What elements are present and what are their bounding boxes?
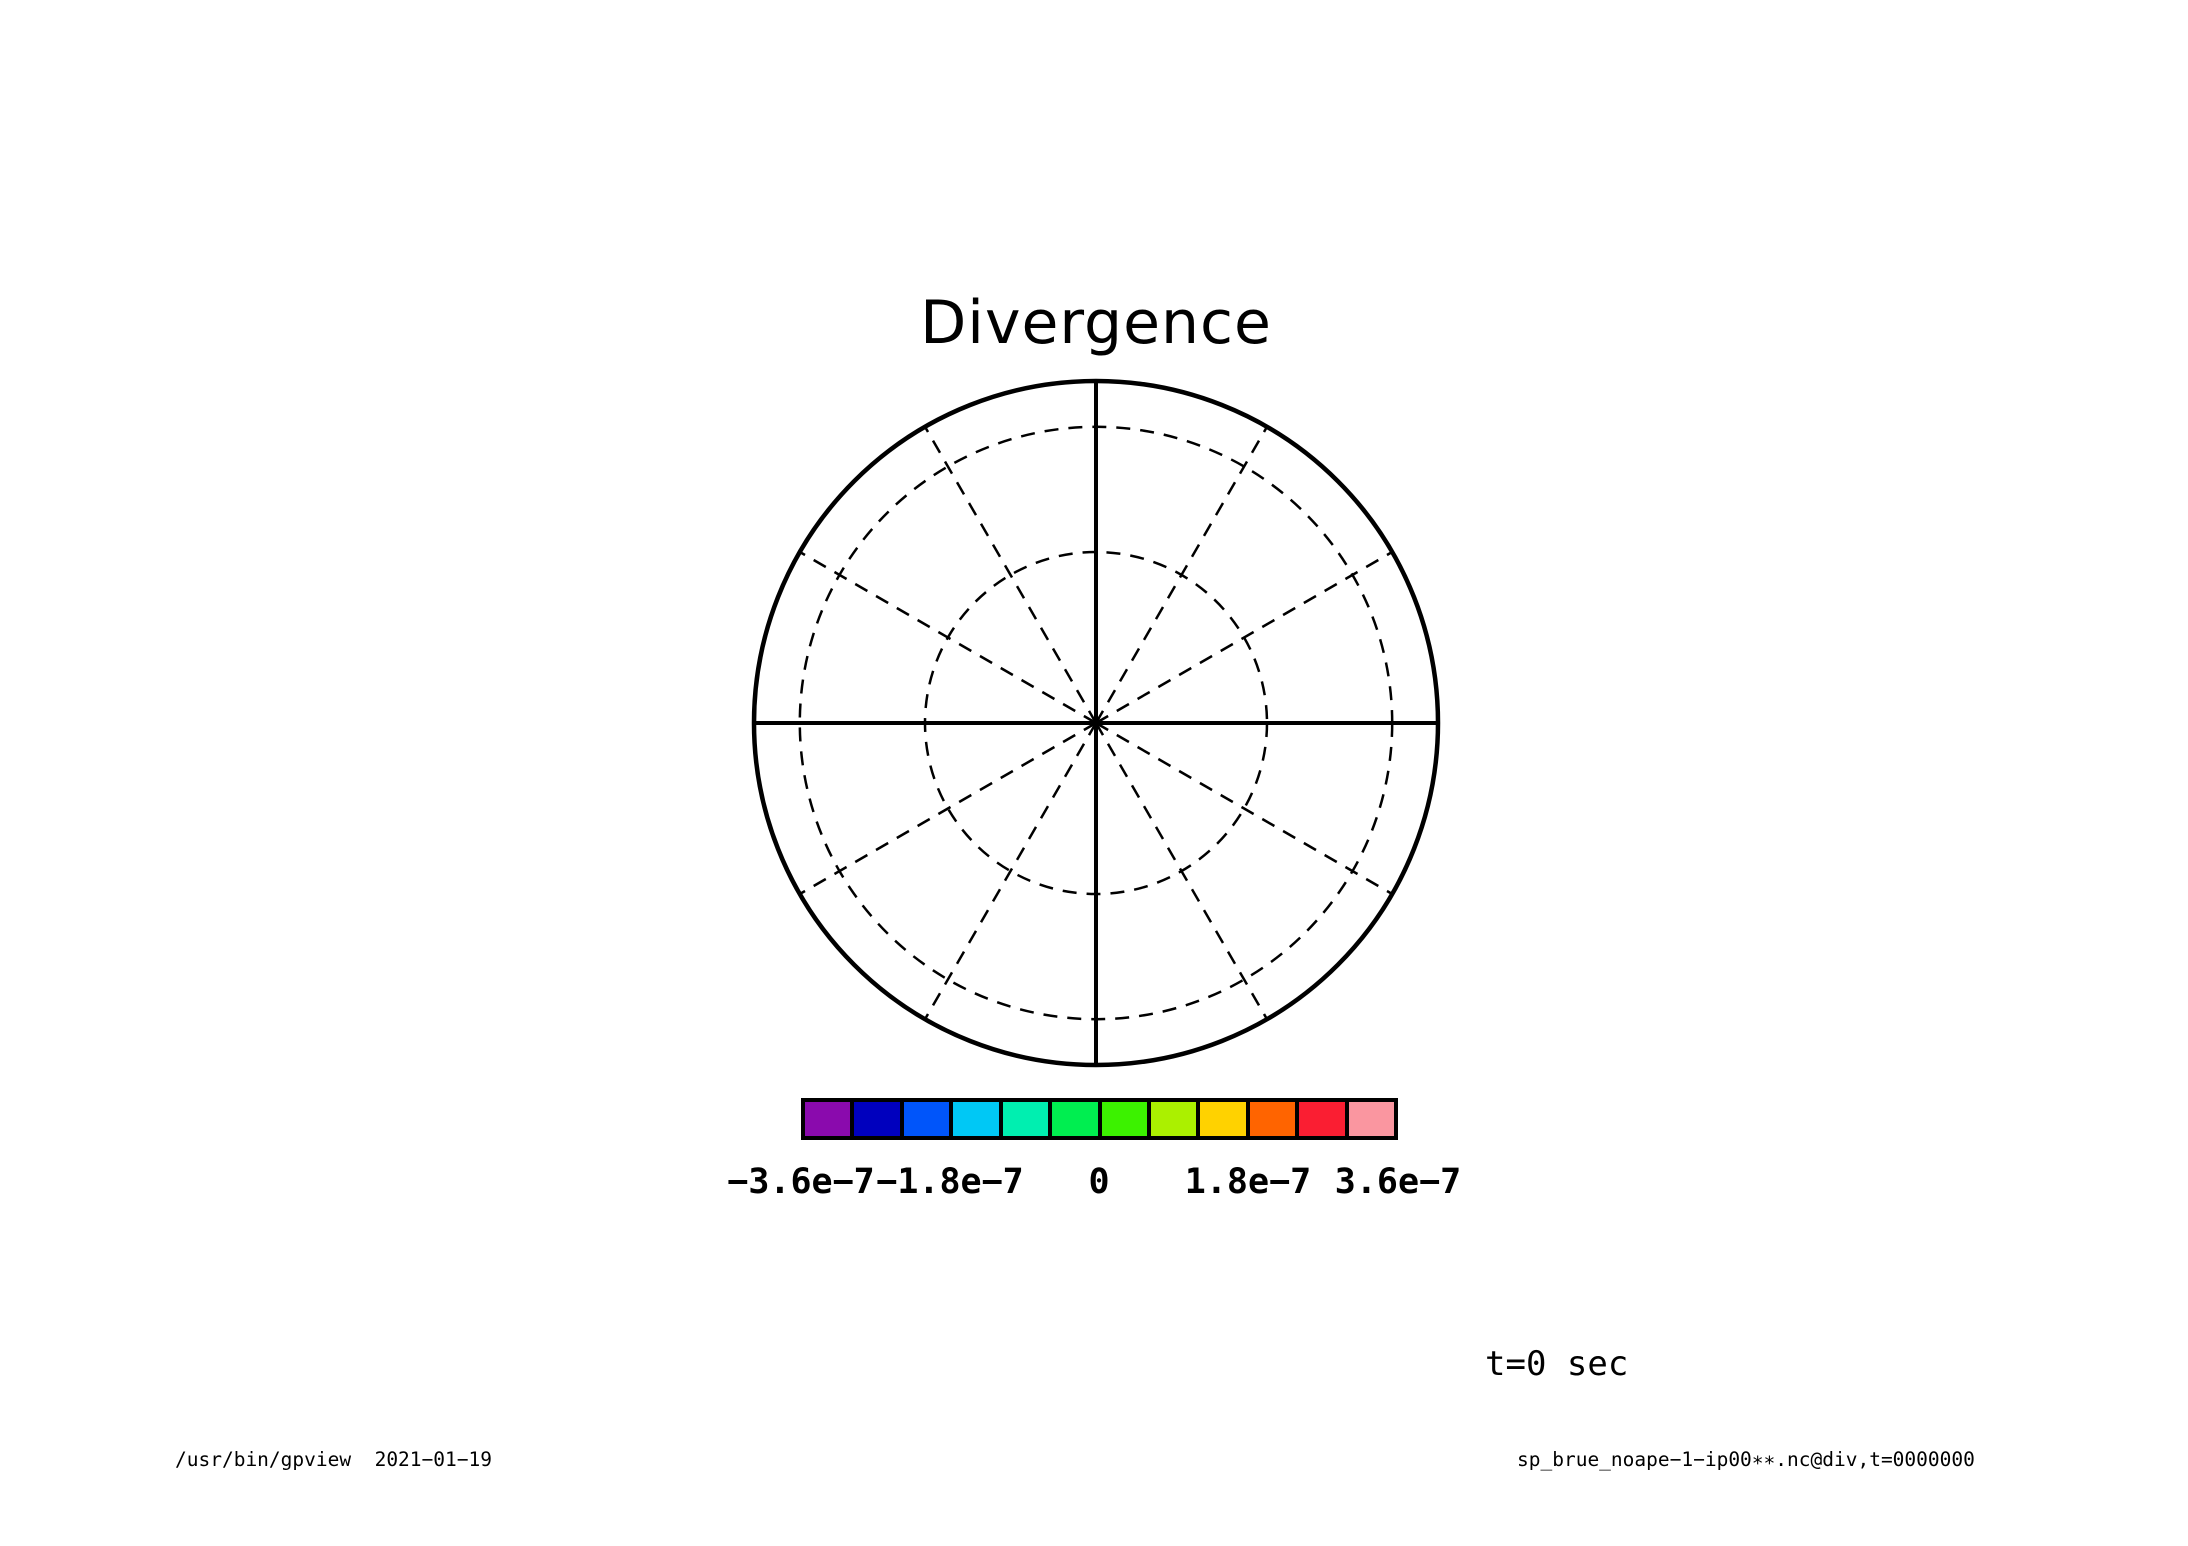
colorbar-cell: [854, 1102, 899, 1136]
colorbar-cell: [1250, 1102, 1295, 1136]
footer-datafile-label: sp_brue_noape−1−ip00∗∗.nc@div,t=0000000: [1517, 1448, 1975, 1471]
polar-grid: [0, 0, 2188, 1546]
colorbar-tick-labels: −3.6e−7 −1.8e−7 0 1.8e−7 3.6e−7: [0, 1158, 2188, 1208]
colorbar-cell: [1349, 1102, 1394, 1136]
colorbar-cell: [1200, 1102, 1245, 1136]
colorbar-cell: [805, 1102, 850, 1136]
colorbar-cell: [953, 1102, 998, 1136]
colorbar-cell: [904, 1102, 949, 1136]
colorbar-tick-label: 1.8e−7: [1185, 1158, 1311, 1206]
colorbar-tick-label: −1.8e−7: [876, 1158, 1024, 1206]
colorbar-tick-label: 3.6e−7: [1335, 1158, 1461, 1206]
time-label: t=0 sec: [1485, 1344, 1628, 1384]
colorbar-cell: [1003, 1102, 1048, 1136]
colorbar-cell: [1299, 1102, 1344, 1136]
meridian-gridlines: [754, 381, 1438, 1065]
colorbar-tick-label: −3.6e−7: [727, 1158, 875, 1206]
footer-command-and-date: /usr/bin/gpview 2021−01−19: [175, 1448, 492, 1471]
plot-page: Divergence −3.6e−7 −1.8e−7 0 1.8e−7 3.6e…: [0, 0, 2188, 1546]
colorbar-cell: [1151, 1102, 1196, 1136]
chart-title: Divergence: [920, 288, 1272, 358]
colorbar-cell: [1052, 1102, 1097, 1136]
colorbar: [801, 1098, 1398, 1140]
colorbar-cell: [1102, 1102, 1147, 1136]
colorbar-tick-label: 0: [1088, 1158, 1109, 1206]
